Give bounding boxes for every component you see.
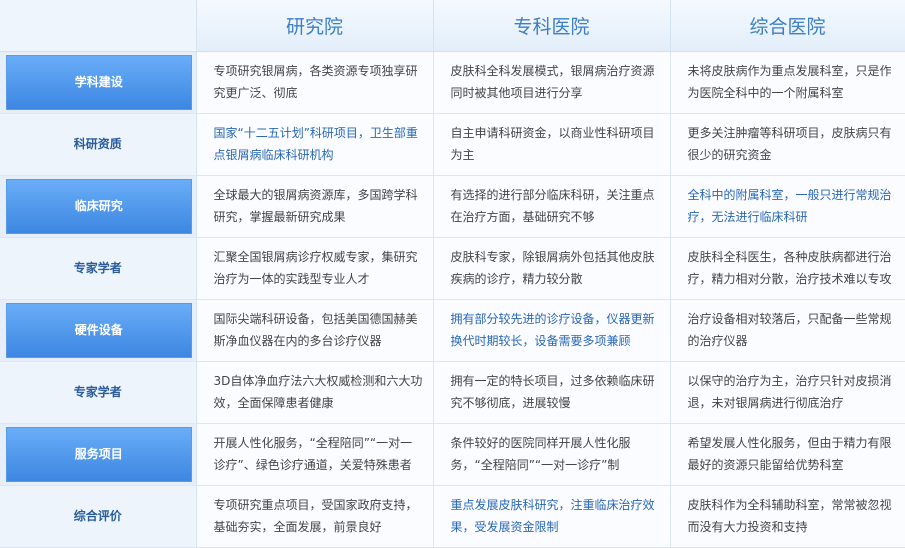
cell-research-institute: 开展人性化服务，“全程陪同”“一对一诊疗”、绿色诊疗通道，关爱特殊患者 xyxy=(196,423,434,486)
cell-specialty-hospital: 自主申请科研资金，以商业性科研项目为主 xyxy=(433,113,671,176)
row-label-cell: 临床研究 xyxy=(0,175,197,238)
cell-research-institute: 国际尖端科研设备，包括美国德国赫美斯净血仪器在内的多台诊疗仪器 xyxy=(196,299,434,362)
row-label: 专家学者 xyxy=(73,261,122,275)
cell-specialty-hospital: 拥有一定的特长项目，过多依赖临床研究不够彻底，进展较慢 xyxy=(433,361,671,424)
cell-general-hospital: 皮肤科全科医生，各种皮肤病都进行治疗，精力相对分散，治疗技术难以专攻 xyxy=(670,237,905,300)
cell-general-hospital: 全科中的附属科室，一般只进行常规治疗，无法进行临床科研 xyxy=(670,175,905,238)
row-label: 科研资质 xyxy=(73,137,122,151)
cell-research-institute: 汇聚全国银屑病诊疗权威专家，集研究治疗为一体的实践型专业人才 xyxy=(196,237,434,300)
cell-research-institute: 国家“十二五计划”科研项目，卫生部重点银屑病临床科研机构 xyxy=(196,113,434,176)
cell-research-institute: 专项研究银屑病，各类资源专项独享研究更广泛、彻底 xyxy=(196,51,434,114)
cell-general-hospital: 未将皮肤病作为重点发展科室，只是作为医院全科中的一个附属科室 xyxy=(670,51,905,114)
row-label: 临床研究 xyxy=(6,178,192,234)
row-label-cell: 科研资质 xyxy=(0,113,197,176)
row-label-cell: 专家学者 xyxy=(0,361,197,424)
comparison-panel: 研究院 专科医院 综合医院 学科建设 专项研究银屑病，各类资源专项独享研究更广泛、… xyxy=(0,0,905,548)
cell-research-institute: 3D自体净血疗法六大权威检测和六大功效，全面保障患者健康 xyxy=(196,361,434,424)
table-row: 专家学者 汇聚全国银屑病诊疗权威专家，集研究治疗为一体的实践型专业人才 皮肤科专家，… xyxy=(0,237,905,300)
cell-general-hospital: 希望发展人性化服务，但由于精力有限最好的资源只能留给优势科室 xyxy=(670,423,905,486)
table-body: 学科建设 专项研究银屑病，各类资源专项独享研究更广泛、彻底 皮肤科全科发展模式，银屑… xyxy=(0,51,905,548)
cell-specialty-hospital: 条件较好的医院同样开展人性化服务，“全程陪同”“一对一诊疗”制 xyxy=(433,423,671,486)
row-label-cell: 综合评价 xyxy=(0,485,197,548)
row-label-cell: 服务项目 xyxy=(0,423,197,486)
row-label-cell: 硬件设备 xyxy=(0,299,197,362)
row-label: 服务项目 xyxy=(6,426,192,482)
table-row: 临床研究 全球最大的银屑病资源库，多国跨学科研究，掌握最新研究成果 有选择的进行部分… xyxy=(0,175,905,238)
cell-specialty-hospital: 皮肤科专家，除银屑病外包括其他皮肤疾病的诊疗，精力较分散 xyxy=(433,237,671,300)
cell-general-hospital: 以保守的治疗为主，治疗只针对皮损消退，未对银屑病进行彻底治疗 xyxy=(670,361,905,424)
cell-specialty-hospital: 重点发展皮肤科研究，注重临床治疗效果，受发展资金限制 xyxy=(433,485,671,548)
cell-general-hospital: 治疗设备相对较落后，只配备一些常规的治疗仪器 xyxy=(670,299,905,362)
row-label-cell: 专家学者 xyxy=(0,237,197,300)
cell-research-institute: 全球最大的银屑病资源库，多国跨学科研究，掌握最新研究成果 xyxy=(196,175,434,238)
header-research-institute: 研究院 xyxy=(196,0,434,52)
row-label: 综合评价 xyxy=(73,509,122,523)
comparison-table: 研究院 专科医院 综合医院 学科建设 专项研究银屑病，各类资源专项独享研究更广泛、… xyxy=(0,0,905,548)
table-row: 综合评价 专项研究重点项目，受国家政府支持，基础夯实，全面发展，前景良好 重点发展皮… xyxy=(0,485,905,548)
table-row: 专家学者 3D自体净血疗法六大权威检测和六大功效，全面保障患者健康 拥有一定的特长项… xyxy=(0,361,905,424)
row-label: 学科建设 xyxy=(6,54,192,110)
row-label-cell: 学科建设 xyxy=(0,51,197,114)
table-row: 科研资质 国家“十二五计划”科研项目，卫生部重点银屑病临床科研机构 自主申请科研资金… xyxy=(0,113,905,176)
cell-research-institute: 专项研究重点项目，受国家政府支持，基础夯实，全面发展，前景良好 xyxy=(196,485,434,548)
table-row: 服务项目 开展人性化服务，“全程陪同”“一对一诊疗”、绿色诊疗通道，关爱特殊患者条… xyxy=(0,423,905,486)
cell-general-hospital: 皮肤科作为全科辅助科室，常常被忽视而没有大力投资和支持 xyxy=(670,485,905,548)
cell-general-hospital: 更多关注肿瘤等科研项目，皮肤病只有很少的研究资金 xyxy=(670,113,905,176)
table-row: 学科建设 专项研究银屑病，各类资源专项独享研究更广泛、彻底 皮肤科全科发展模式，银屑… xyxy=(0,51,905,114)
header-general-hospital: 综合医院 xyxy=(670,0,905,52)
row-label: 专家学者 xyxy=(73,385,122,399)
header-corner xyxy=(0,0,197,52)
cell-specialty-hospital: 皮肤科全科发展模式，银屑病治疗资源同时被其他项目进行分享 xyxy=(433,51,671,114)
row-label: 硬件设备 xyxy=(6,302,192,358)
cell-specialty-hospital: 有选择的进行部分临床科研，关注重点在治疗方面，基础研究不够 xyxy=(433,175,671,238)
cell-specialty-hospital: 拥有部分较先进的诊疗设备，仪器更新换代时期较长，设备需要多项兼顾 xyxy=(433,299,671,362)
table-row: 硬件设备 国际尖端科研设备，包括美国德国赫美斯净血仪器在内的多台诊疗仪器 拥有部分较… xyxy=(0,299,905,362)
header-row: 研究院 专科医院 综合医院 xyxy=(0,0,905,52)
header-specialty-hospital: 专科医院 xyxy=(433,0,671,52)
